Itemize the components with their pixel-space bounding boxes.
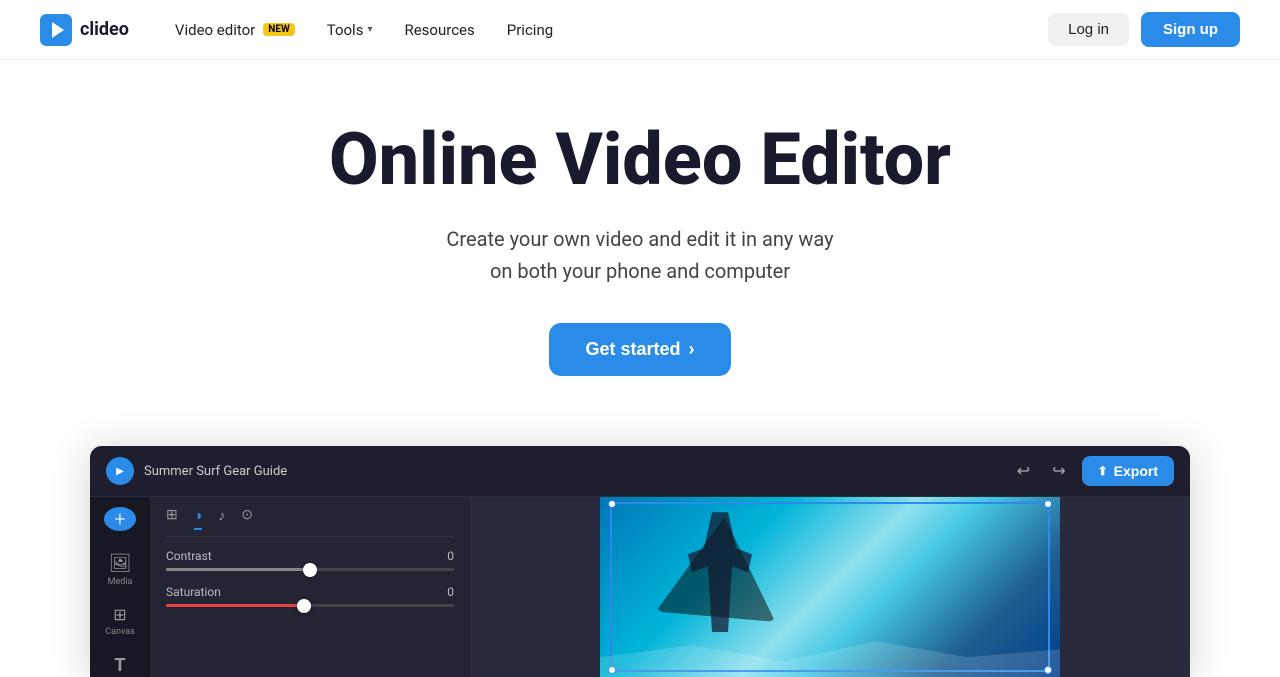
tab-grid[interactable]: ⊞ (166, 507, 178, 530)
get-started-label: Get started (585, 339, 680, 360)
hero-title: Online Video Editor (40, 120, 1240, 199)
handle-br[interactable] (1044, 666, 1052, 674)
hero-subtitle: Create your own video and edit it in any… (40, 223, 1240, 287)
nav-item-resources[interactable]: Resources (390, 13, 488, 47)
nav-item-video-editor[interactable]: Video editor NEW (161, 13, 309, 47)
media-icon: 🖼 (109, 553, 132, 574)
media-label: Media (108, 577, 133, 587)
hero-subtitle-line2: on both your phone and computer (490, 259, 790, 283)
canvas-selection-box (610, 502, 1050, 672)
handle-tr[interactable] (1044, 500, 1052, 508)
redo-button[interactable]: ↪ (1046, 457, 1071, 485)
editor-preview: ▶ Summer Surf Gear Guide ↩ ↪ ⬆ Export + … (90, 446, 1190, 677)
editor-canvas-area (470, 497, 1190, 677)
logo-text: clideo (80, 19, 129, 40)
editor-topbar-right: ↩ ↪ ⬆ Export (1011, 456, 1174, 486)
contrast-label-row: Contrast 0 (166, 549, 454, 563)
nav-item-tools[interactable]: Tools ▾ (313, 13, 387, 47)
sidebar-tool-canvas[interactable]: ⊞ Canvas (90, 599, 150, 643)
play-icon: ▶ (116, 466, 124, 477)
signup-button[interactable]: Sign up (1141, 12, 1240, 47)
tab-audio[interactable]: ♪ (218, 507, 225, 530)
new-badge: NEW (263, 23, 294, 36)
get-started-button[interactable]: Get started › (549, 323, 730, 376)
export-button[interactable]: ⬆ Export (1082, 456, 1174, 486)
handle-bl[interactable] (608, 666, 616, 674)
contrast-control: Contrast 0 (166, 549, 454, 571)
contrast-value: 0 (447, 549, 454, 563)
sidebar-tool-media[interactable]: 🖼 Media (90, 547, 150, 593)
saturation-label: Saturation (166, 585, 221, 599)
canvas-label: Canvas (105, 627, 135, 637)
saturation-thumb[interactable] (297, 599, 311, 613)
editor-topbar-left: ▶ Summer Surf Gear Guide (106, 457, 287, 485)
canvas-icon: ⊞ (113, 605, 126, 624)
editor-sidebar: + 🖼 Media ⊞ Canvas T (90, 497, 150, 677)
handle-tl[interactable] (608, 500, 616, 508)
saturation-value: 0 (447, 585, 454, 599)
saturation-slider[interactable] (166, 604, 454, 607)
undo-button[interactable]: ↩ (1011, 457, 1036, 485)
nav-item-pricing[interactable]: Pricing (493, 13, 567, 47)
editor-topbar: ▶ Summer Surf Gear Guide ↩ ↪ ⬆ Export (90, 446, 1190, 497)
saturation-control: Saturation 0 (166, 585, 454, 607)
contrast-fill (166, 568, 310, 571)
contrast-slider[interactable] (166, 568, 454, 571)
logo-icon (40, 14, 72, 46)
editor-preview-wrapper: ▶ Summer Surf Gear Guide ↩ ↪ ⬆ Export + … (0, 416, 1280, 677)
add-media-button[interactable]: + (104, 507, 136, 531)
editor-play-button[interactable]: ▶ (106, 457, 134, 485)
hero-subtitle-line1: Create your own video and edit it in any… (446, 227, 833, 251)
controls-tabs: ⊞ ◑ ♪ ⊙ (166, 507, 454, 537)
contrast-thumb[interactable] (303, 563, 317, 577)
sidebar-tool-text[interactable]: T (90, 649, 150, 677)
hero-section: Online Video Editor Create your own vide… (0, 60, 1280, 416)
tools-chevron-icon: ▾ (367, 24, 372, 35)
export-icon: ⬆ (1098, 464, 1108, 478)
surfer-silhouette (680, 512, 760, 632)
logo[interactable]: clideo (40, 14, 129, 46)
get-started-arrow-icon: › (689, 339, 695, 360)
navbar: clideo Video editor NEW Tools ▾ Resource… (0, 0, 1280, 60)
nav-actions: Log in Sign up (1048, 12, 1240, 47)
editor-body: + 🖼 Media ⊞ Canvas T ⊞ ◑ ♪ (90, 497, 1190, 677)
tab-effects[interactable]: ⊙ (241, 507, 253, 530)
nav-links: Video editor NEW Tools ▾ Resources Prici… (161, 13, 1048, 47)
saturation-label-row: Saturation 0 (166, 585, 454, 599)
saturation-fill (166, 604, 304, 607)
login-button[interactable]: Log in (1048, 13, 1129, 46)
tab-contrast[interactable]: ◑ (194, 507, 202, 530)
editor-project-title: Summer Surf Gear Guide (144, 464, 287, 479)
text-icon: T (114, 655, 125, 676)
editor-controls-panel: ⊞ ◑ ♪ ⊙ Contrast 0 (150, 497, 470, 677)
video-canvas (600, 497, 1060, 677)
contrast-label: Contrast (166, 549, 212, 563)
export-label: Export (1114, 463, 1158, 479)
